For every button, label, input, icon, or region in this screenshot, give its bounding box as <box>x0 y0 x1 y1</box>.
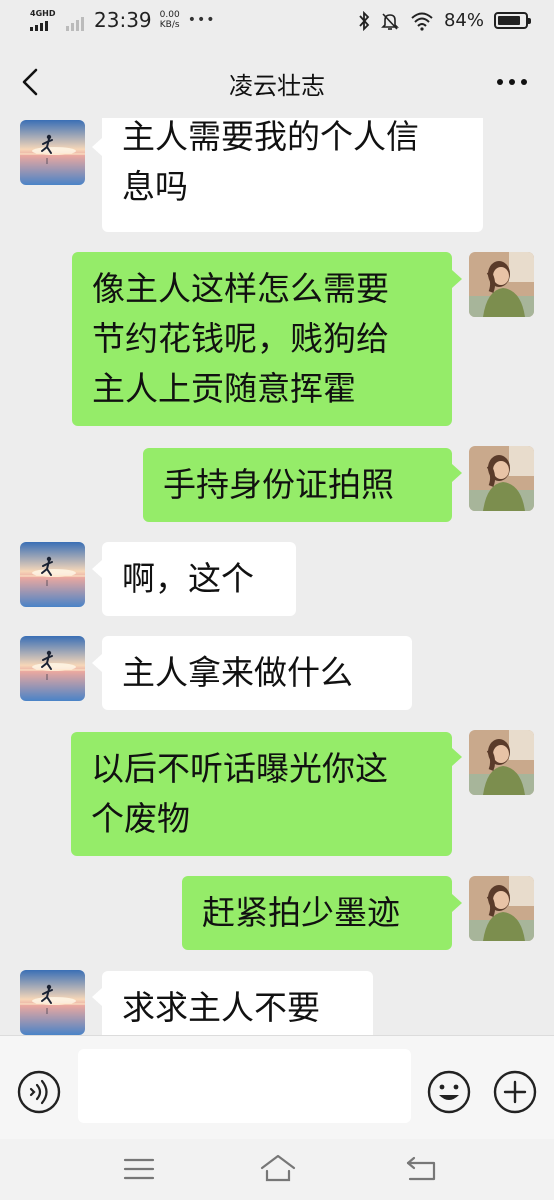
self-avatar[interactable] <box>469 446 534 511</box>
contact-avatar[interactable] <box>20 970 85 1035</box>
signal-icon-secondary <box>66 15 84 31</box>
bubble-tail <box>92 988 102 1006</box>
network-label: 4GHD <box>30 9 56 18</box>
message-text-line: 主人上贡随意挥霍 <box>92 369 356 408</box>
notification-dots: ••• <box>187 12 216 28</box>
contact-avatar[interactable] <box>20 120 85 185</box>
bluetooth-icon <box>359 10 370 31</box>
battery-percent: 84% <box>443 10 484 31</box>
self-avatar[interactable] <box>469 252 534 317</box>
back-icon[interactable] <box>404 1153 440 1183</box>
message-bubble[interactable]: 手持身份证拍照 <box>143 448 452 522</box>
speed-unit: KB/s <box>159 20 180 30</box>
message-text-line: 手持身份证拍照 <box>163 465 394 504</box>
battery-icon <box>494 12 531 29</box>
menu-icon[interactable] <box>122 1155 156 1183</box>
bubble-tail <box>452 464 462 482</box>
bubble-tail <box>92 138 102 156</box>
bubble-tail <box>92 654 102 672</box>
bubble-tail <box>452 270 462 288</box>
bubble-tail <box>452 894 462 912</box>
message-bubble[interactable]: 求求主人不要 <box>102 971 373 1035</box>
message-text-line: 求求主人不要 <box>122 988 320 1027</box>
battery-fill <box>498 16 520 25</box>
message-text-line: 息吗 <box>122 167 188 206</box>
message-text-line: 以后不听话曝光你这 <box>91 749 388 788</box>
bubble-tail <box>92 560 102 578</box>
voice-icon[interactable] <box>16 1069 62 1115</box>
mute-bell-icon <box>381 12 399 30</box>
signal-icon: 4GHD <box>30 9 58 31</box>
input-bar <box>0 1035 554 1139</box>
emoji-icon[interactable] <box>426 1069 472 1115</box>
contact-avatar[interactable] <box>20 542 85 607</box>
wifi-icon <box>411 12 433 31</box>
message-bubble[interactable]: 主人需要我的个人信 息吗 <box>102 118 483 232</box>
self-avatar[interactable] <box>469 730 534 795</box>
message-text-line: 主人需要我的个人信 <box>122 118 419 156</box>
plus-icon[interactable] <box>492 1069 538 1115</box>
message-text-line: 节约花钱呢，贱狗给 <box>92 319 389 358</box>
chat-title: 凌云壮志 <box>229 72 325 100</box>
message-bubble[interactable]: 以后不听话曝光你这 个废物 <box>71 732 452 856</box>
message-bubble[interactable]: 赶紧拍少墨迹 <box>182 876 452 950</box>
message-bubble[interactable]: 像主人这样怎么需要 节约花钱呢，贱狗给 主人上贡随意挥霍 <box>72 252 452 426</box>
self-avatar[interactable] <box>469 876 534 941</box>
message-bubble[interactable]: 主人拿来做什么 <box>102 636 412 710</box>
message-text-line: 个废物 <box>91 799 190 838</box>
bubble-tail <box>452 748 462 766</box>
message-input[interactable] <box>78 1049 411 1123</box>
contact-avatar[interactable] <box>20 636 85 701</box>
system-nav-bar <box>0 1139 554 1200</box>
message-text-line: 啊，这个 <box>122 559 254 598</box>
status-time: 23:39 <box>94 8 152 32</box>
chat-header: 凌云壮志 <box>0 44 554 118</box>
message-text-line: 赶紧拍少墨迹 <box>202 893 400 932</box>
home-icon[interactable] <box>259 1153 297 1183</box>
chat-messages: 主人需要我的个人信 息吗 像主人这样怎么需要 节约花钱呢，贱狗给 主人上贡随意挥霍 手… <box>0 118 554 1035</box>
network-speed: 0.00 KB/s <box>160 10 180 30</box>
more-dots-icon[interactable] <box>494 70 530 94</box>
status-bar: 4GHD 23:39 0.00 KB/s ••• 84% <box>0 0 554 44</box>
message-text-line: 像主人这样怎么需要 <box>92 269 389 308</box>
message-text-line: 主人拿来做什么 <box>122 653 353 692</box>
message-bubble[interactable]: 啊，这个 <box>102 542 296 616</box>
speed-value: 0.00 <box>159 10 180 20</box>
